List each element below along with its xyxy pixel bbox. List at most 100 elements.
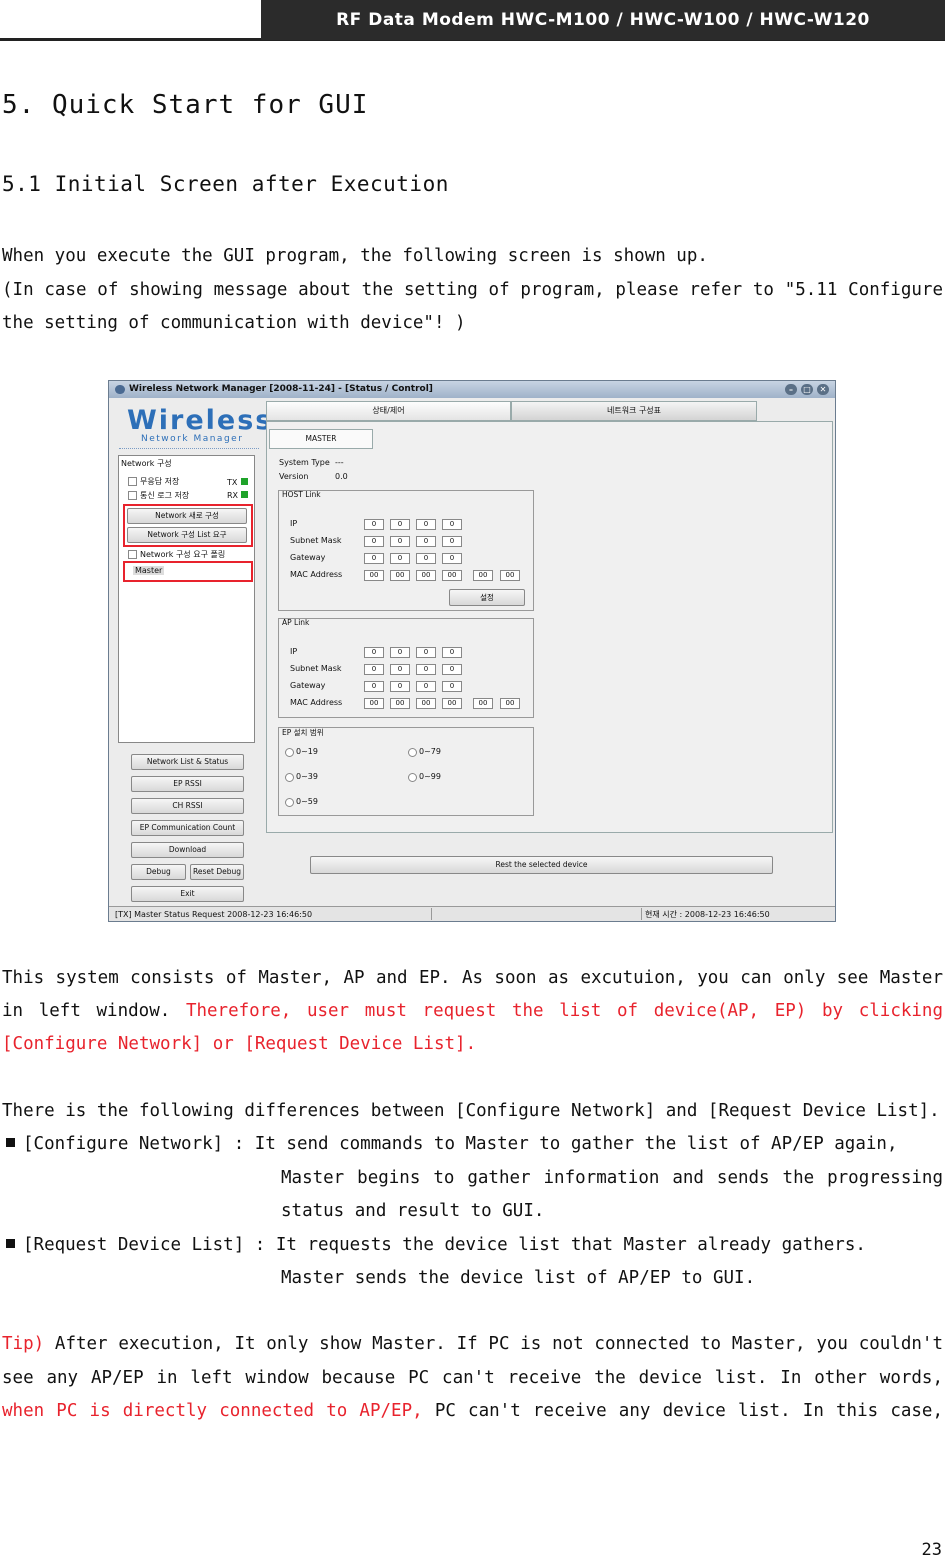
host-gateway-label: Gateway <box>290 553 326 562</box>
tip-text-c: PC can't receive any device list. In thi… <box>422 1401 943 1421</box>
tab-network-table[interactable]: 네트워크 구성표 <box>511 401 757 421</box>
polling-checkbox[interactable] <box>128 550 137 559</box>
host-ip-octet[interactable]: 0 <box>442 519 462 530</box>
no-response-checkbox[interactable] <box>128 477 137 486</box>
no-response-label: 무응답 저장 <box>140 477 180 486</box>
page-number: 23 <box>921 1540 942 1560</box>
range-radio-39[interactable] <box>285 773 294 782</box>
host-gateway-octet[interactable]: 0 <box>416 553 436 564</box>
range-label-79: 0~79 <box>419 747 441 756</box>
status-right: 현재 시간 : 2008-12-23 16:46:50 <box>645 910 770 919</box>
host-ip-octet[interactable]: 0 <box>416 519 436 530</box>
close-icon[interactable]: ✕ <box>817 384 829 395</box>
app-logo: Wireless <box>127 405 274 436</box>
debug-button[interactable]: Debug <box>131 864 186 880</box>
reset-debug-button[interactable]: Reset Debug <box>190 864 244 880</box>
ap-mac-byte[interactable]: 00 <box>500 698 520 709</box>
range-label-39: 0~39 <box>296 772 318 781</box>
download-button[interactable]: Download <box>131 842 244 858</box>
ap-subnet-octet[interactable]: 0 <box>442 664 462 675</box>
ap-subnet-octet[interactable]: 0 <box>364 664 384 675</box>
network-list-status-button[interactable]: Network List & Status <box>131 754 244 770</box>
tip-text-a: After execution, It only show Master. If… <box>44 1334 943 1354</box>
ap-mac-byte[interactable]: 00 <box>416 698 436 709</box>
para1-line1: This system consists of Master, AP and E… <box>2 968 943 988</box>
highlight-master <box>123 561 253 582</box>
host-ip-octet[interactable]: 0 <box>364 519 384 530</box>
ap-mac-byte[interactable]: 00 <box>390 698 410 709</box>
host-set-button[interactable]: 설정 <box>449 589 525 606</box>
app-window-title: Wireless Network Manager [2008-11-24] - … <box>129 384 433 394</box>
logo-divider <box>119 448 259 449</box>
comm-log-checkbox[interactable] <box>128 491 137 500</box>
host-gateway-octet[interactable]: 0 <box>364 553 384 564</box>
host-gateway-octet[interactable]: 0 <box>442 553 462 564</box>
host-link-label: HOST Link <box>282 490 321 499</box>
tx-indicator <box>241 478 248 485</box>
ap-subnet-octet[interactable]: 0 <box>416 664 436 675</box>
host-mac-label: MAC Address <box>290 570 343 579</box>
exit-button[interactable]: Exit <box>131 886 244 902</box>
para1-plain: in left window. <box>2 1001 186 1021</box>
bullet-icon <box>6 1138 15 1147</box>
ap-ip-octet[interactable]: 0 <box>416 647 436 658</box>
host-subnet-octet[interactable]: 0 <box>442 536 462 547</box>
ap-mac-label: MAC Address <box>290 698 343 707</box>
bullet-configure: [Configure Network] : It send commands t… <box>0 1134 898 1154</box>
system-type-label: System Type <box>279 458 330 467</box>
ch-rssi-button[interactable]: CH RSSI <box>131 798 244 814</box>
network-panel: Network 구성 무응답 저장 TX 통신 로그 저장 RX Network… <box>118 455 255 743</box>
host-subnet-octet[interactable]: 0 <box>364 536 384 547</box>
host-gateway-octet[interactable]: 0 <box>390 553 410 564</box>
host-link-group: HOST Link IP Subnet Mask Gateway MAC Add… <box>278 490 534 611</box>
intro-line-3: the setting of communication with device… <box>2 313 466 333</box>
tip-label: Tip) <box>2 1334 45 1354</box>
ap-subnet-octet[interactable]: 0 <box>390 664 410 675</box>
bullet-request-text: It requests the device list that Master … <box>275 1235 866 1255</box>
minimize-icon[interactable]: – <box>785 384 797 395</box>
range-label-99: 0~99 <box>419 772 441 781</box>
host-mac-byte[interactable]: 00 <box>473 570 493 581</box>
host-subnet-octet[interactable]: 0 <box>416 536 436 547</box>
tip-line1: Tip) After execution, It only show Maste… <box>2 1334 943 1354</box>
range-radio-79[interactable] <box>408 748 417 757</box>
ap-ip-octet[interactable]: 0 <box>390 647 410 658</box>
tip-line2: see any AP/EP in left window because PC … <box>2 1368 943 1388</box>
host-ip-octet[interactable]: 0 <box>390 519 410 530</box>
host-mac-byte[interactable]: 00 <box>500 570 520 581</box>
ap-mac-byte[interactable]: 00 <box>442 698 462 709</box>
tx-label: TX <box>227 478 238 487</box>
ap-gateway-octet[interactable]: 0 <box>416 681 436 692</box>
ap-gateway-octet[interactable]: 0 <box>442 681 462 692</box>
ep-rssi-button[interactable]: EP RSSI <box>131 776 244 792</box>
ap-mac-byte[interactable]: 00 <box>473 698 493 709</box>
tab-status-control[interactable]: 상태/제어 <box>266 401 511 421</box>
host-mac-byte[interactable]: 00 <box>416 570 436 581</box>
comm-log-label: 통신 로그 저장 <box>140 491 190 500</box>
maximize-icon[interactable]: □ <box>801 384 813 395</box>
status-divider <box>641 908 642 920</box>
ap-mac-byte[interactable]: 00 <box>364 698 384 709</box>
host-subnet-label: Subnet Mask <box>290 536 342 545</box>
ap-link-label: AP Link <box>282 618 310 627</box>
ep-range-group: EP 설치 범위 0~19 0~39 0~59 0~79 0~99 <box>278 727 534 816</box>
host-mac-byte[interactable]: 00 <box>364 570 384 581</box>
host-mac-byte[interactable]: 00 <box>442 570 462 581</box>
ap-ip-octet[interactable]: 0 <box>364 647 384 658</box>
tab-master[interactable]: MASTER <box>269 429 373 449</box>
ep-comm-count-button[interactable]: EP Communication Count <box>131 820 244 836</box>
host-mac-byte[interactable]: 00 <box>390 570 410 581</box>
range-radio-99[interactable] <box>408 773 417 782</box>
ap-ip-octet[interactable]: 0 <box>442 647 462 658</box>
reset-selected-device-button[interactable]: Rest the selected device <box>310 856 773 874</box>
ep-range-label: EP 설치 범위 <box>282 728 324 737</box>
host-subnet-octet[interactable]: 0 <box>390 536 410 547</box>
ap-gateway-octet[interactable]: 0 <box>390 681 410 692</box>
range-radio-59[interactable] <box>285 798 294 807</box>
version-value: 0.0 <box>335 472 348 481</box>
section-title: 5. Quick Start for GUI <box>2 90 369 120</box>
app-window: Wireless Network Manager [2008-11-24] - … <box>108 380 836 922</box>
rx-label: RX <box>227 491 239 500</box>
ap-gateway-octet[interactable]: 0 <box>364 681 384 692</box>
range-radio-19[interactable] <box>285 748 294 757</box>
